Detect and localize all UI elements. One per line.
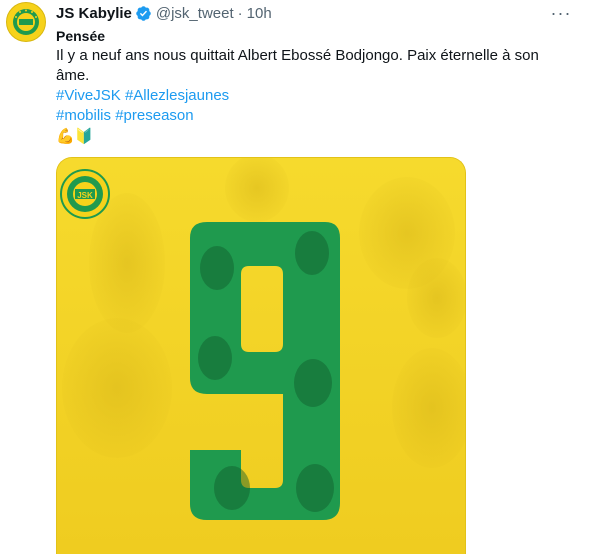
verified-badge-icon (136, 5, 151, 21)
tweet-media-image[interactable]: JSK (56, 157, 466, 554)
separator-dot: · (237, 4, 243, 22)
hashtag-link[interactable]: #preseason (115, 107, 193, 124)
hashtag-link[interactable]: #ViveJSK (56, 87, 121, 104)
tweet-header: JS Kabylie @jsk_tweet · 10h (56, 2, 272, 24)
hashtags-line-2: #mobilis #preseason (56, 106, 576, 126)
tweet-text-line-1: Il y a neuf ans nous quittait Albert Ebo… (56, 47, 539, 64)
tweet-card: JS Kabylie @jsk_tweet · 10h ··· Pensée I… (0, 0, 595, 554)
hashtag-link[interactable]: #Allezlesjaunes (125, 87, 229, 104)
tweet-text-line-2: âme. (56, 67, 90, 84)
emoji-line: 💪🔰 (56, 127, 94, 145)
tweet-text: Pensée Il y a neuf ans nous quittait Alb… (56, 26, 576, 146)
timestamp[interactable]: 10h (247, 5, 272, 22)
jsk-crest-icon (8, 4, 44, 40)
jsk-tribute-image: JSK (57, 158, 465, 554)
handle[interactable]: @jsk_tweet (156, 5, 234, 22)
more-icon: ··· (550, 2, 572, 23)
faded-portrait (407, 258, 465, 338)
hashtag-link[interactable]: #mobilis (56, 107, 111, 124)
crest-text: JSK (77, 191, 93, 200)
display-name[interactable]: JS Kabylie (56, 5, 132, 22)
tweet-heading: Pensée (56, 28, 106, 44)
hashtags-line-1: #ViveJSK #Allezlesjaunes (56, 86, 576, 106)
more-options-button[interactable]: ··· (548, 2, 574, 24)
avatar[interactable] (6, 2, 46, 42)
jsk-crest-icon: JSK (60, 169, 110, 219)
faded-player (62, 318, 172, 458)
faded-player (89, 193, 165, 333)
